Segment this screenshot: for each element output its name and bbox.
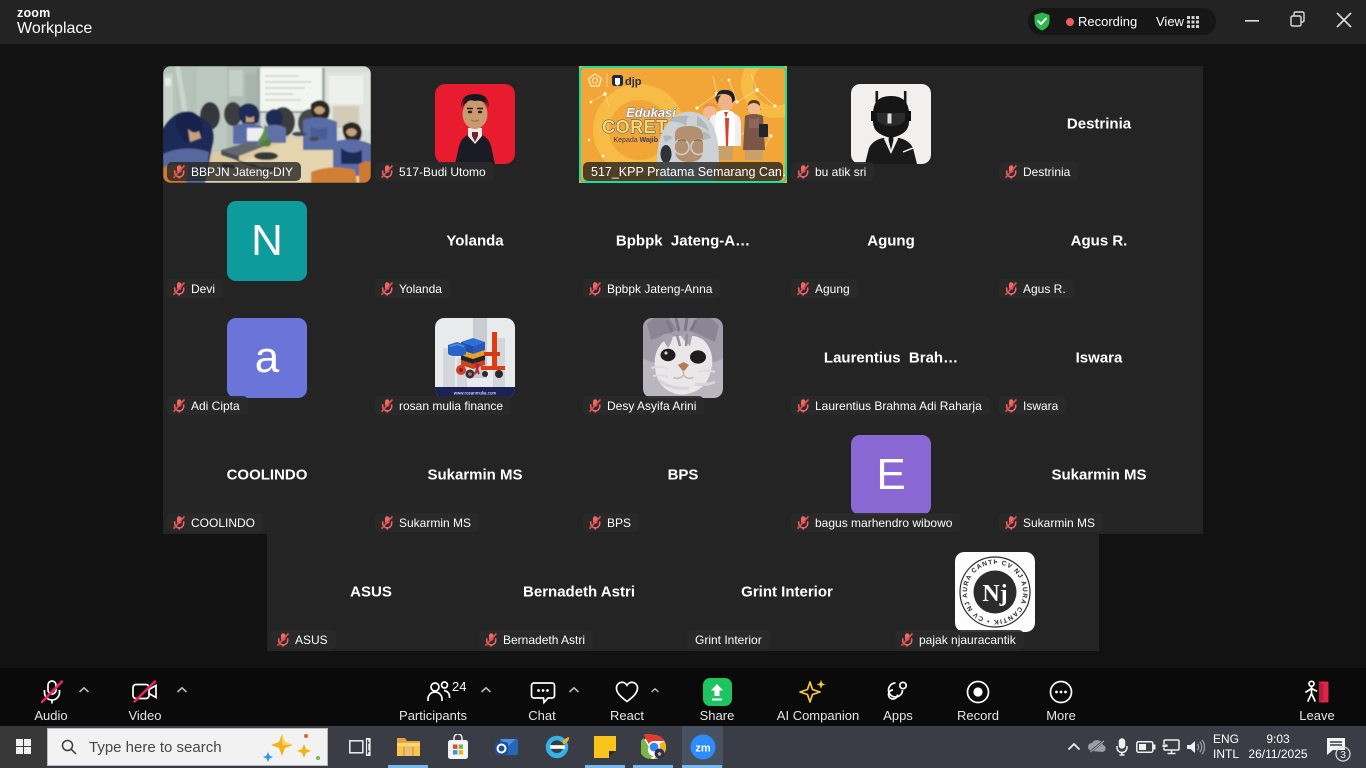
svg-text:3: 3 xyxy=(1340,749,1346,761)
svg-text:www.rosanmulia.com: www.rosanmulia.com xyxy=(454,391,497,396)
svg-text:Nj: Nj xyxy=(982,581,1007,607)
svg-text:zm: zm xyxy=(695,743,711,755)
